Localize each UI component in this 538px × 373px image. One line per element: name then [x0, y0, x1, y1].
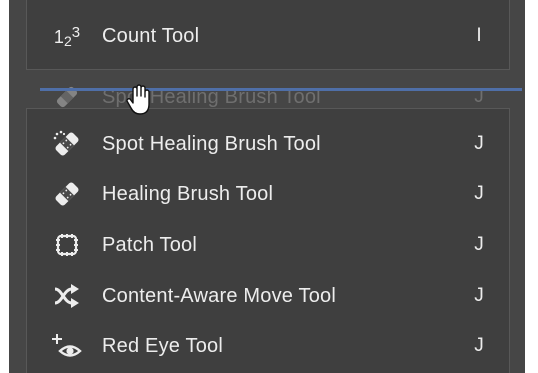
spot-healing-brush-icon [44, 81, 90, 113]
menu-item-label: Patch Tool [102, 233, 198, 256]
menu-item-shortcut: J [474, 183, 484, 204]
healing-brush-icon [44, 178, 90, 210]
spot-healing-brush-icon [44, 128, 90, 160]
menu-item-healing-brush[interactable]: Healing Brush Tool J [40, 172, 505, 216]
menu-item-red-eye[interactable]: Red Eye Tool J [40, 324, 505, 368]
drop-indicator [40, 88, 522, 91]
menu-item-shortcut: J [474, 234, 484, 255]
menu-item-spot-healing-brush[interactable]: Spot Healing Brush Tool J [40, 122, 505, 166]
menu-item-label: Content-Aware Move Tool [102, 284, 336, 307]
menu-item-count-tool[interactable]: 123 Count Tool I [40, 14, 505, 58]
tool-menu-screenshot: 123 Count Tool I Spot Healing Brush Tool… [0, 0, 538, 373]
menu-item-label: Red Eye Tool [102, 334, 223, 357]
menu-item-label: Spot Healing Brush Tool [102, 132, 321, 155]
hand-cursor-icon [126, 84, 152, 116]
menu-item-label: Healing Brush Tool [102, 182, 274, 205]
menu-item-patch[interactable]: Patch Tool J [40, 223, 505, 267]
menu-item-content-aware-move[interactable]: Content-Aware Move Tool J [40, 274, 505, 318]
menu-item-label: Count Tool [102, 24, 200, 47]
content-aware-move-icon [44, 280, 90, 312]
patch-icon [44, 229, 90, 261]
menu-item-shortcut: J [474, 133, 484, 154]
menu-item-shortcut: J [474, 335, 484, 356]
menu-item-shortcut: J [474, 285, 484, 306]
count-icon: 123 [53, 23, 81, 49]
dragging-menu-item[interactable]: Spot Healing Brush Tool J [40, 75, 505, 119]
red-eye-icon [44, 330, 90, 362]
menu-item-shortcut: I [476, 25, 482, 46]
